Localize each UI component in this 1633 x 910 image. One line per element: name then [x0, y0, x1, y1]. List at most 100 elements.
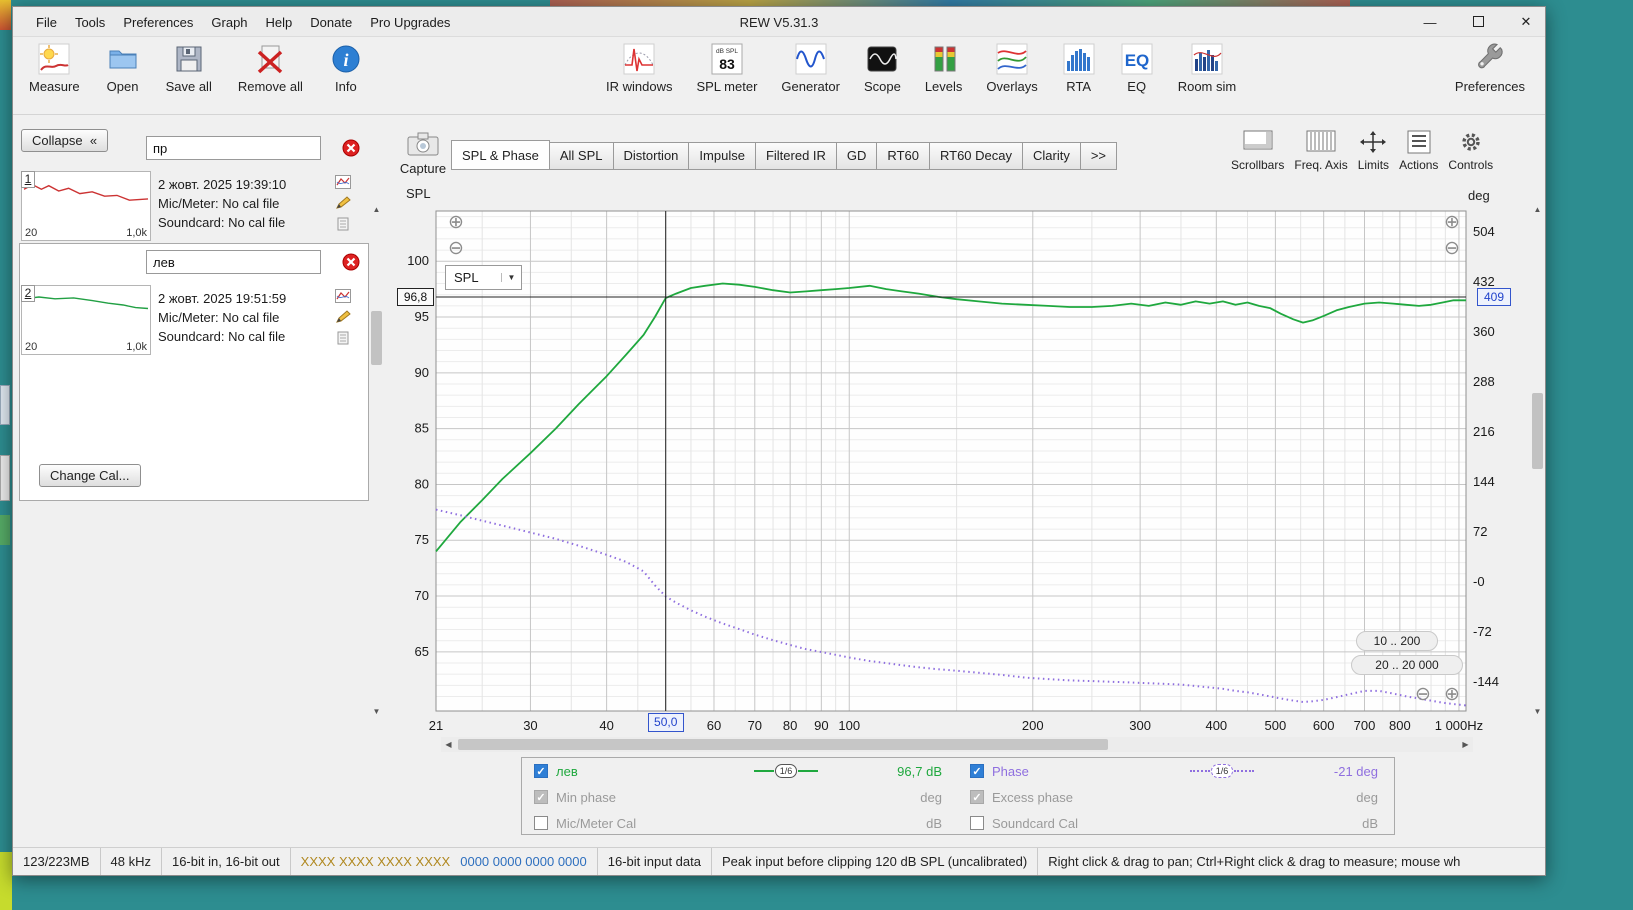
- window-controls: — ✕: [1423, 7, 1533, 37]
- scrollbar-thumb[interactable]: [458, 739, 1108, 750]
- svg-text:144: 144: [1473, 474, 1495, 489]
- zoom-out-icon[interactable]: ⊖: [1413, 685, 1433, 705]
- collapse-panel-button[interactable]: Collapse «: [21, 129, 109, 152]
- tab-spl-phase[interactable]: SPL & Phase: [451, 140, 550, 170]
- remove-all-button[interactable]: Remove all: [238, 42, 303, 94]
- tab-impulse[interactable]: Impulse: [689, 142, 756, 170]
- freq-axis-button[interactable]: Freq. Axis: [1294, 129, 1348, 172]
- scroll-down-icon[interactable]: ▼: [1530, 705, 1545, 719]
- measure-button[interactable]: Measure: [29, 42, 80, 94]
- menu-pro-upgrades[interactable]: Pro Upgrades: [361, 15, 459, 30]
- zoom-out-icon[interactable]: ⊖: [446, 239, 466, 259]
- levels-button[interactable]: Levels: [925, 42, 962, 94]
- svg-text:432: 432: [1473, 274, 1495, 289]
- excess-phase-checkbox[interactable]: [970, 790, 984, 804]
- pencil-icon[interactable]: [335, 196, 351, 210]
- measurement-1-thumbnail[interactable]: 1 20 1,0k: [21, 171, 151, 241]
- notes-page-icon[interactable]: [335, 217, 351, 231]
- trace-select-dropdown[interactable]: SPL ▼: [445, 265, 522, 290]
- measurement-2-thumb-chart: [23, 296, 149, 310]
- phase-checkbox[interactable]: [970, 764, 984, 778]
- mini-chart-icon[interactable]: [335, 175, 351, 189]
- menu-tools[interactable]: Tools: [66, 15, 114, 30]
- scope-button[interactable]: Scope: [864, 42, 901, 94]
- eq-button[interactable]: EQ EQ: [1120, 42, 1154, 94]
- measurement-2-name-input[interactable]: [146, 250, 321, 274]
- measurement-2-thumbnail[interactable]: 2 20 1,0k: [21, 285, 151, 355]
- room-sim-button[interactable]: Room sim: [1178, 42, 1236, 94]
- save-all-button[interactable]: Save all: [166, 42, 212, 94]
- phase-smoothing-control[interactable]: 1/6: [1189, 764, 1255, 778]
- scrollbar-thumb[interactable]: [371, 311, 382, 365]
- rta-button[interactable]: RTA: [1062, 42, 1096, 94]
- open-button[interactable]: Open: [106, 42, 140, 94]
- zoom-in-icon[interactable]: ⊕: [1442, 685, 1462, 705]
- menu-file[interactable]: File: [27, 15, 66, 30]
- zoom-in-icon[interactable]: ⊕: [446, 213, 466, 233]
- spl-meter-button[interactable]: dB SPL 83 SPL meter: [696, 42, 757, 94]
- lev-checkbox[interactable]: [534, 764, 548, 778]
- capture-button[interactable]: Capture: [397, 129, 449, 176]
- tab-rt60[interactable]: RT60: [877, 142, 930, 170]
- menu-graph[interactable]: Graph: [202, 15, 256, 30]
- controls-button[interactable]: Controls: [1448, 129, 1493, 172]
- rta-icon: [1062, 42, 1096, 76]
- svg-text:70: 70: [415, 588, 429, 603]
- tab-overflow-button[interactable]: >>: [1080, 142, 1118, 170]
- min-phase-checkbox[interactable]: [534, 790, 548, 804]
- freq-range-10-200-button[interactable]: 10 .. 200: [1356, 631, 1438, 651]
- scrollbar-thumb[interactable]: [1532, 393, 1543, 469]
- svg-text:200: 200: [1022, 718, 1044, 733]
- mic-meter-cal-checkbox[interactable]: [534, 816, 548, 830]
- scroll-right-icon[interactable]: ▶: [1458, 740, 1473, 749]
- zoom-out-icon[interactable]: ⊖: [1442, 239, 1462, 259]
- measurement-1-details[interactable]: 2 жовт. 2025 19:39:10 Mic/Meter: No cal …: [158, 175, 330, 232]
- tab-all-spl[interactable]: All SPL: [549, 142, 614, 170]
- scroll-left-icon[interactable]: ◀: [441, 740, 456, 749]
- thumb-freq-min: 20: [25, 227, 38, 239]
- svg-text:100: 100: [838, 718, 860, 733]
- tab-clarity[interactable]: Clarity: [1023, 142, 1081, 170]
- freq-range-20-20000-button[interactable]: 20 .. 20 000: [1351, 655, 1463, 675]
- notes-page-icon[interactable]: [335, 331, 351, 345]
- actions-button[interactable]: Actions: [1399, 129, 1438, 172]
- tab-rt60-decay[interactable]: RT60 Decay: [929, 142, 1023, 170]
- scroll-down-icon[interactable]: ▼: [369, 705, 384, 719]
- scroll-up-icon[interactable]: ▲: [369, 203, 384, 217]
- soundcard-cal-checkbox[interactable]: [970, 816, 984, 830]
- tab-filtered-ir[interactable]: Filtered IR: [755, 142, 837, 170]
- graph-left-scrollbar[interactable]: ▲ ▼: [369, 203, 384, 719]
- menu-donate[interactable]: Donate: [301, 15, 361, 30]
- menu-help[interactable]: Help: [257, 15, 302, 30]
- preferences-button[interactable]: Preferences: [1455, 42, 1525, 94]
- excess-phase-unit: deg: [1356, 789, 1378, 805]
- scrollbars-toggle[interactable]: Scrollbars: [1231, 129, 1284, 172]
- close-button[interactable]: ✕: [1519, 14, 1533, 30]
- measurement-2-delete-button[interactable]: [342, 253, 360, 271]
- menu-preferences[interactable]: Preferences: [114, 15, 202, 30]
- measurement-1-delete-button[interactable]: [342, 139, 360, 157]
- generator-button[interactable]: Generator: [781, 42, 840, 94]
- toolbar: Measure Open Save all Remove all i Info …: [13, 37, 1545, 115]
- overlays-button[interactable]: Overlays: [986, 42, 1038, 94]
- graph-right-scrollbar[interactable]: ▲ ▼: [1530, 203, 1545, 719]
- toolbar-center-group: IR windows dB SPL 83 SPL meter Generator …: [606, 42, 1236, 94]
- maximize-button[interactable]: [1471, 15, 1485, 30]
- minimize-button[interactable]: —: [1423, 15, 1437, 30]
- lev-smoothing-control[interactable]: 1/6: [753, 764, 819, 778]
- info-button[interactable]: i Info: [329, 42, 363, 94]
- zoom-in-icon[interactable]: ⊕: [1442, 213, 1462, 233]
- measurement-1-name-input[interactable]: [146, 136, 321, 160]
- svg-text:400: 400: [1205, 718, 1227, 733]
- scroll-up-icon[interactable]: ▲: [1530, 203, 1545, 217]
- change-cal-button[interactable]: Change Cal...: [39, 464, 141, 487]
- ir-windows-button[interactable]: IR windows: [606, 42, 672, 94]
- mini-chart-icon[interactable]: [335, 289, 351, 303]
- svg-text:65: 65: [415, 644, 429, 659]
- tab-distortion[interactable]: Distortion: [613, 142, 690, 170]
- graph-horizontal-scrollbar[interactable]: ◀ ▶: [441, 737, 1473, 752]
- tab-gd[interactable]: GD: [836, 142, 878, 170]
- limits-button[interactable]: Limits: [1358, 129, 1389, 172]
- pencil-icon[interactable]: [335, 310, 351, 324]
- measurement-2-details[interactable]: 2 жовт. 2025 19:51:59 Mic/Meter: No cal …: [158, 289, 330, 346]
